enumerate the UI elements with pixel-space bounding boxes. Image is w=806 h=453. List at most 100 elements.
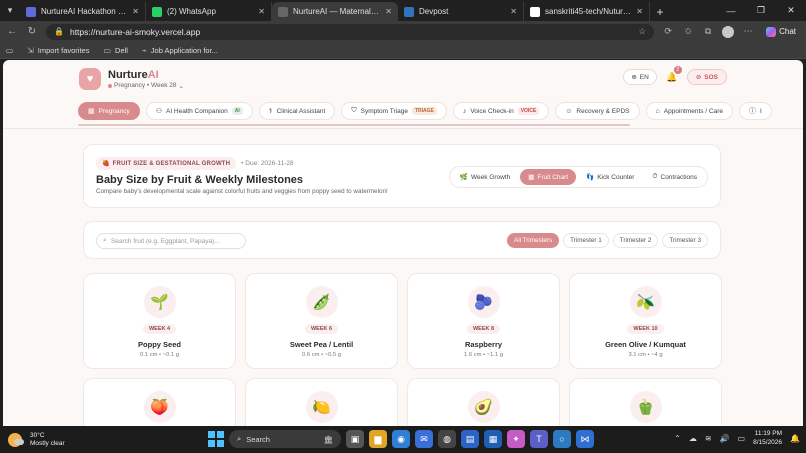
nav-tab-voice-check-in[interactable]: ♪ Voice Check-in VOICE — [452, 102, 550, 120]
fruit-card[interactable]: 🫑 — [569, 378, 722, 426]
fruit-card[interactable]: 🥑 — [407, 378, 560, 426]
browser-tab[interactable]: NurtureAI — Maternal Health, Fetal ✕ — [272, 2, 398, 21]
section-chip-label: FRUIT SIZE & GESTATIONAL GROWTH — [112, 160, 231, 167]
view-label: Kick Counter — [597, 173, 635, 181]
bookmark-item[interactable]: ⌁ Job Application for... — [142, 46, 218, 55]
favorites-icon[interactable]: ✩ — [682, 26, 694, 37]
refresh-icon[interactable]: ↻ — [26, 26, 38, 37]
fruit-emoji-icon: 🥑 — [467, 391, 500, 423]
start-button[interactable] — [208, 431, 224, 447]
view-fruit-chart-button[interactable]: ▦ Fruit Chart — [520, 169, 577, 185]
fruit-card[interactable]: 🌱 WEEK 4 Poppy Seed 0.1 cm • ~0.1 g — [83, 273, 236, 369]
cortana-icon[interactable]: ○ — [553, 430, 571, 448]
language-button[interactable]: ⊕ EN — [623, 69, 657, 85]
copilot-chat-button[interactable]: Chat — [762, 26, 800, 37]
view-week-growth-button[interactable]: 🌿 Week Growth — [452, 169, 518, 185]
close-tab-icon[interactable]: ✕ — [636, 7, 643, 16]
url-input[interactable]: 🔒 https://nurture-ai-smoky.vercel.app ☆ — [46, 23, 655, 40]
favorite-star-icon[interactable]: ☆ — [638, 26, 646, 37]
nav-scrollbar[interactable] — [78, 124, 630, 126]
file-explorer-icon[interactable]: ▆ — [369, 430, 387, 448]
close-tab-icon[interactable]: ✕ — [385, 7, 392, 16]
sos-button[interactable]: ⊘ SOS — [686, 69, 727, 85]
fruit-emoji-icon: 🫑 — [629, 391, 662, 423]
close-tab-icon[interactable]: ✕ — [132, 7, 139, 16]
collections-icon[interactable]: ⧉ — [702, 26, 714, 37]
edge-browser-icon[interactable]: ◉ — [392, 430, 410, 448]
dell-icon[interactable]: ◍ — [438, 430, 456, 448]
view-contractions-button[interactable]: ⏱ Contractions — [644, 169, 705, 185]
fruit-emoji-icon: 🫛 — [305, 286, 338, 318]
browser-tab[interactable]: (2) WhatsApp ✕ — [146, 2, 272, 21]
nav-tab-appointments-care[interactable]: ⌂ Appointments / Care — [645, 102, 734, 120]
browser-tab[interactable]: sanskriti45-tech/Nuture--AI: Nurtu ✕ — [524, 2, 650, 21]
nav-tab-label: Clinical Assistant — [276, 107, 326, 115]
fruit-size: 0.6 cm • ~0.5 g — [302, 352, 341, 358]
fruit-card[interactable]: 🍑 — [83, 378, 236, 426]
status-dot — [108, 83, 112, 88]
grid-icon: ▦ — [88, 108, 95, 115]
browser-tab[interactable]: NurtureAI Hackathon Guidance ✕ — [20, 2, 146, 21]
nav-tag-badge: VOICE — [517, 107, 540, 115]
teams-icon[interactable]: T — [530, 430, 548, 448]
nav-tab-pregnancy[interactable]: ▦ Pregnancy — [78, 102, 140, 120]
nav-tab-recovery-epds[interactable]: ☺ Recovery & EPDS — [555, 102, 640, 120]
chevron-up-icon[interactable]: ⌃ — [674, 434, 681, 443]
bookmark-item[interactable]: ⇲ Import favorites — [27, 46, 89, 55]
new-tab-button[interactable]: + — [650, 2, 670, 21]
nav-tab-clinical-assistant[interactable]: ⚕ Clinical Assistant — [258, 102, 336, 120]
battery-icon[interactable]: ▭ — [738, 434, 746, 443]
browser-tab[interactable]: Devpost ✕ — [398, 2, 524, 21]
wifi-icon[interactable]: ≋ — [705, 434, 712, 443]
trimester-filters: All Trimesters Trimester 1 Trimester 2 Trim… — [507, 233, 708, 248]
search-box: ⌕ — [96, 233, 246, 249]
pregnancy-week-selector[interactable]: Pregnancy • Week 28 ⌄ — [108, 82, 184, 90]
weather-widget[interactable]: 30°C Mostly clear — [0, 432, 180, 448]
trimester-filter-all-trimesters[interactable]: All Trimesters — [507, 233, 560, 248]
fruit-name: Raspberry — [464, 340, 503, 349]
notifications-button[interactable]: 🔔 2 — [665, 66, 682, 85]
back-icon[interactable]: ← — [6, 26, 18, 37]
trimester-filter-trimester-3[interactable]: Trimester 3 — [662, 233, 708, 248]
nav-tag-badge: TRIAGE — [411, 107, 437, 115]
close-tab-icon[interactable]: ✕ — [258, 7, 265, 16]
view-kick-counter-button[interactable]: 👣 Kick Counter — [578, 169, 642, 185]
close-window-icon[interactable]: ✕ — [776, 5, 806, 16]
vscode-icon[interactable]: ⋈ — [576, 430, 594, 448]
bookmark-label: Dell — [115, 45, 128, 55]
task-view-icon[interactable]: ▣ — [346, 430, 364, 448]
window-controls: — ❐ ✕ — [716, 0, 806, 21]
minimize-icon[interactable]: — — [716, 6, 746, 16]
fruit-search-input[interactable] — [110, 237, 236, 245]
fruit-card[interactable]: 🫐 WEEK 8 Raspberry 1.6 cm • ~1.1 g — [407, 273, 560, 369]
nav-tab-i[interactable]: ⓘ I — [739, 102, 772, 120]
profile-avatar[interactable] — [722, 25, 735, 38]
clock[interactable]: 11:19 PM 8/15/2026 — [753, 430, 782, 447]
fruit-card[interactable]: 🫒 WEEK 10 Green Olive / Kumquat 3.1 cm • ~4… — [569, 273, 722, 369]
notification-center-icon[interactable]: 🔔 — [790, 434, 800, 443]
heart-logo-icon[interactable]: ♥ — [79, 68, 101, 90]
browser-tab-label: NurtureAI — Maternal Health, Fetal — [293, 7, 380, 16]
trimester-filter-trimester-1[interactable]: Trimester 1 — [563, 233, 609, 248]
trimester-filter-trimester-2[interactable]: Trimester 2 — [612, 233, 659, 248]
mail-icon[interactable]: ✉ — [415, 430, 433, 448]
nav-tab-symptom-triage[interactable]: ⛉ Symptom Triage TRIAGE — [341, 102, 447, 120]
volume-icon[interactable]: 🔊 — [720, 434, 730, 443]
store-icon[interactable]: ▤ — [461, 430, 479, 448]
copilot-app-icon[interactable]: ✦ — [507, 430, 525, 448]
fruit-card[interactable]: 🍋 — [245, 378, 398, 426]
cloud-icon[interactable]: ☁ — [689, 434, 697, 443]
fruit-card[interactable]: 🫛 WEEK 6 Sweet Pea / Lentil 0.6 cm • ~0.5 g — [245, 273, 398, 369]
tab-actions-icon[interactable]: ▾ — [0, 0, 20, 21]
calendar-icon[interactable]: ▦ — [484, 430, 502, 448]
info-icon: ⓘ — [749, 108, 757, 115]
fruit-icon: 🍓 — [102, 161, 110, 167]
extensions-icon[interactable]: ⟳ — [662, 26, 674, 37]
nav-tab-ai-health-companion[interactable]: ⚇ AI Health Companion AI — [145, 102, 253, 120]
close-tab-icon[interactable]: ✕ — [510, 7, 517, 16]
tab-groups-icon[interactable]: ▭ — [6, 46, 13, 55]
maximize-icon[interactable]: ❐ — [746, 5, 776, 16]
more-icon[interactable]: ⋯ — [742, 26, 754, 37]
taskbar-search[interactable]: ⌕ Search 🏛 — [229, 430, 341, 448]
bookmark-item[interactable]: ▭ Dell — [103, 46, 127, 55]
